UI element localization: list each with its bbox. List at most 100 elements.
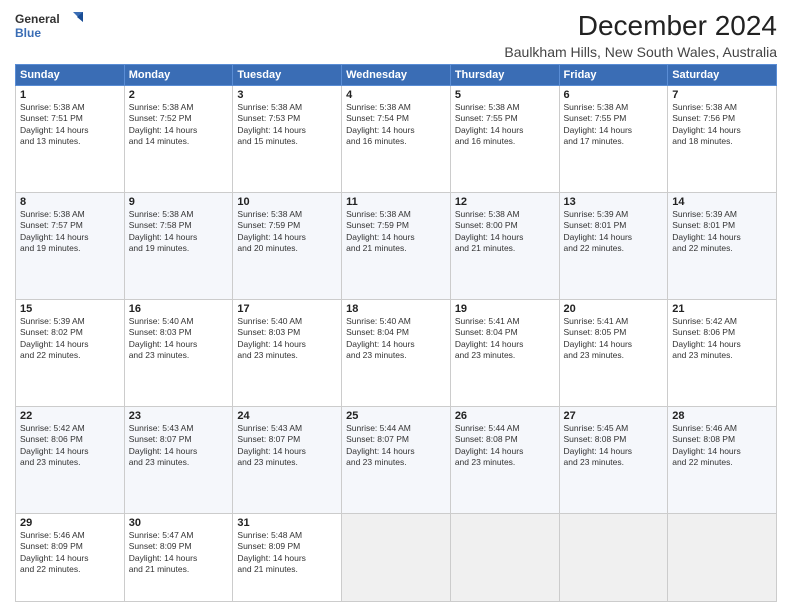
page: General Blue December 2024 Baulkham Hill… [0, 0, 792, 612]
table-row: 12Sunrise: 5:38 AMSunset: 8:00 PMDayligh… [450, 192, 559, 299]
day-info: Sunrise: 5:43 AMSunset: 8:07 PMDaylight:… [129, 423, 229, 469]
day-number: 11 [346, 196, 446, 208]
day-info: Sunrise: 5:45 AMSunset: 8:08 PMDaylight:… [564, 423, 664, 469]
day-info: Sunrise: 5:38 AMSunset: 7:56 PMDaylight:… [672, 102, 772, 148]
table-row: 4Sunrise: 5:38 AMSunset: 7:54 PMDaylight… [342, 86, 451, 193]
day-info: Sunrise: 5:47 AMSunset: 8:09 PMDaylight:… [129, 530, 229, 576]
day-number: 9 [129, 196, 229, 208]
logo: General Blue [15, 10, 85, 42]
table-row: 1Sunrise: 5:38 AMSunset: 7:51 PMDaylight… [16, 86, 125, 193]
day-number: 3 [237, 89, 337, 101]
col-thursday: Thursday [450, 65, 559, 86]
day-number: 20 [564, 303, 664, 315]
day-info: Sunrise: 5:43 AMSunset: 8:07 PMDaylight:… [237, 423, 337, 469]
day-info: Sunrise: 5:46 AMSunset: 8:08 PMDaylight:… [672, 423, 772, 469]
table-row: 3Sunrise: 5:38 AMSunset: 7:53 PMDaylight… [233, 86, 342, 193]
day-number: 31 [237, 517, 337, 529]
day-number: 28 [672, 410, 772, 422]
day-info: Sunrise: 5:39 AMSunset: 8:02 PMDaylight:… [20, 316, 120, 362]
day-info: Sunrise: 5:38 AMSunset: 7:53 PMDaylight:… [237, 102, 337, 148]
calendar-row: 8Sunrise: 5:38 AMSunset: 7:57 PMDaylight… [16, 192, 777, 299]
day-info: Sunrise: 5:48 AMSunset: 8:09 PMDaylight:… [237, 530, 337, 576]
logo-svg: General Blue [15, 10, 85, 42]
day-number: 27 [564, 410, 664, 422]
day-number: 7 [672, 89, 772, 101]
table-row [450, 513, 559, 601]
day-info: Sunrise: 5:38 AMSunset: 7:55 PMDaylight:… [564, 102, 664, 148]
day-info: Sunrise: 5:38 AMSunset: 7:59 PMDaylight:… [346, 209, 446, 255]
table-row: 18Sunrise: 5:40 AMSunset: 8:04 PMDayligh… [342, 299, 451, 406]
calendar-row: 15Sunrise: 5:39 AMSunset: 8:02 PMDayligh… [16, 299, 777, 406]
table-row: 31Sunrise: 5:48 AMSunset: 8:09 PMDayligh… [233, 513, 342, 601]
col-monday: Monday [124, 65, 233, 86]
day-number: 18 [346, 303, 446, 315]
header-right: December 2024 Baulkham Hills, New South … [85, 10, 777, 60]
table-row: 22Sunrise: 5:42 AMSunset: 8:06 PMDayligh… [16, 406, 125, 513]
table-row: 13Sunrise: 5:39 AMSunset: 8:01 PMDayligh… [559, 192, 668, 299]
day-info: Sunrise: 5:44 AMSunset: 8:07 PMDaylight:… [346, 423, 446, 469]
svg-text:Blue: Blue [15, 26, 41, 40]
table-row: 17Sunrise: 5:40 AMSunset: 8:03 PMDayligh… [233, 299, 342, 406]
col-sunday: Sunday [16, 65, 125, 86]
day-info: Sunrise: 5:38 AMSunset: 7:51 PMDaylight:… [20, 102, 120, 148]
table-row: 25Sunrise: 5:44 AMSunset: 8:07 PMDayligh… [342, 406, 451, 513]
table-row: 29Sunrise: 5:46 AMSunset: 8:09 PMDayligh… [16, 513, 125, 601]
day-info: Sunrise: 5:40 AMSunset: 8:03 PMDaylight:… [237, 316, 337, 362]
day-info: Sunrise: 5:38 AMSunset: 7:57 PMDaylight:… [20, 209, 120, 255]
day-info: Sunrise: 5:38 AMSunset: 7:52 PMDaylight:… [129, 102, 229, 148]
day-info: Sunrise: 5:38 AMSunset: 7:54 PMDaylight:… [346, 102, 446, 148]
day-number: 10 [237, 196, 337, 208]
calendar-row: 1Sunrise: 5:38 AMSunset: 7:51 PMDaylight… [16, 86, 777, 193]
day-info: Sunrise: 5:38 AMSunset: 7:55 PMDaylight:… [455, 102, 555, 148]
day-number: 13 [564, 196, 664, 208]
table-row: 11Sunrise: 5:38 AMSunset: 7:59 PMDayligh… [342, 192, 451, 299]
day-number: 15 [20, 303, 120, 315]
col-tuesday: Tuesday [233, 65, 342, 86]
table-row: 23Sunrise: 5:43 AMSunset: 8:07 PMDayligh… [124, 406, 233, 513]
day-info: Sunrise: 5:39 AMSunset: 8:01 PMDaylight:… [564, 209, 664, 255]
day-info: Sunrise: 5:38 AMSunset: 8:00 PMDaylight:… [455, 209, 555, 255]
day-info: Sunrise: 5:42 AMSunset: 8:06 PMDaylight:… [20, 423, 120, 469]
header: General Blue December 2024 Baulkham Hill… [15, 10, 777, 60]
table-row [559, 513, 668, 601]
table-row: 16Sunrise: 5:40 AMSunset: 8:03 PMDayligh… [124, 299, 233, 406]
page-title: December 2024 [85, 10, 777, 42]
table-row: 10Sunrise: 5:38 AMSunset: 7:59 PMDayligh… [233, 192, 342, 299]
table-row: 14Sunrise: 5:39 AMSunset: 8:01 PMDayligh… [668, 192, 777, 299]
table-row: 15Sunrise: 5:39 AMSunset: 8:02 PMDayligh… [16, 299, 125, 406]
day-number: 5 [455, 89, 555, 101]
page-subtitle: Baulkham Hills, New South Wales, Austral… [85, 44, 777, 60]
calendar-header-row: Sunday Monday Tuesday Wednesday Thursday… [16, 65, 777, 86]
day-number: 25 [346, 410, 446, 422]
table-row: 8Sunrise: 5:38 AMSunset: 7:57 PMDaylight… [16, 192, 125, 299]
day-info: Sunrise: 5:44 AMSunset: 8:08 PMDaylight:… [455, 423, 555, 469]
svg-text:General: General [15, 12, 60, 26]
day-number: 22 [20, 410, 120, 422]
calendar: Sunday Monday Tuesday Wednesday Thursday… [15, 64, 777, 602]
table-row [342, 513, 451, 601]
day-number: 30 [129, 517, 229, 529]
table-row: 2Sunrise: 5:38 AMSunset: 7:52 PMDaylight… [124, 86, 233, 193]
day-number: 19 [455, 303, 555, 315]
day-info: Sunrise: 5:38 AMSunset: 7:58 PMDaylight:… [129, 209, 229, 255]
day-info: Sunrise: 5:41 AMSunset: 8:04 PMDaylight:… [455, 316, 555, 362]
day-number: 6 [564, 89, 664, 101]
day-info: Sunrise: 5:42 AMSunset: 8:06 PMDaylight:… [672, 316, 772, 362]
day-info: Sunrise: 5:40 AMSunset: 8:04 PMDaylight:… [346, 316, 446, 362]
day-number: 1 [20, 89, 120, 101]
day-number: 12 [455, 196, 555, 208]
table-row: 27Sunrise: 5:45 AMSunset: 8:08 PMDayligh… [559, 406, 668, 513]
day-number: 21 [672, 303, 772, 315]
day-number: 24 [237, 410, 337, 422]
table-row: 26Sunrise: 5:44 AMSunset: 8:08 PMDayligh… [450, 406, 559, 513]
day-number: 23 [129, 410, 229, 422]
day-number: 4 [346, 89, 446, 101]
col-friday: Friday [559, 65, 668, 86]
day-number: 8 [20, 196, 120, 208]
day-number: 16 [129, 303, 229, 315]
col-saturday: Saturday [668, 65, 777, 86]
day-info: Sunrise: 5:39 AMSunset: 8:01 PMDaylight:… [672, 209, 772, 255]
day-info: Sunrise: 5:38 AMSunset: 7:59 PMDaylight:… [237, 209, 337, 255]
col-wednesday: Wednesday [342, 65, 451, 86]
table-row: 7Sunrise: 5:38 AMSunset: 7:56 PMDaylight… [668, 86, 777, 193]
